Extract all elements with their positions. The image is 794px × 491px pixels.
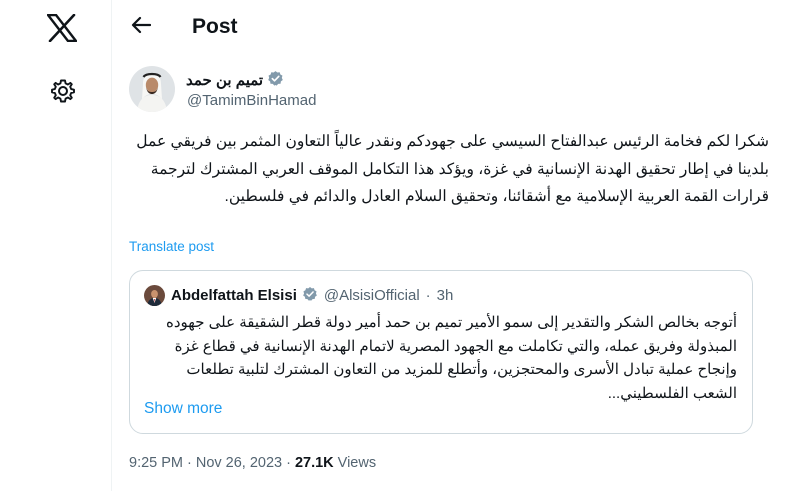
left-sidebar	[0, 0, 112, 491]
arrow-left-icon	[131, 16, 152, 39]
page-title: Post	[192, 15, 238, 38]
quoted-post-age: 3h	[436, 287, 454, 304]
meta-separator: ·	[425, 287, 431, 304]
gear-icon[interactable]	[48, 76, 78, 106]
post-author: تميم بن حمد @TamimBinHamad	[129, 66, 769, 116]
back-button[interactable]	[126, 12, 156, 42]
post-header: Post	[112, 0, 794, 54]
post-date[interactable]: Nov 26, 2023	[196, 455, 282, 471]
author-name-row: تميم بن حمد	[186, 70, 284, 92]
verified-badge-icon	[302, 286, 318, 306]
post-detail-column: Post تميم بن حمد @TamimBinHamad شكرا لكم…	[112, 0, 794, 491]
quoted-post[interactable]: Abdelfattah Elsisi @AlsisiOfficial · 3h …	[129, 270, 753, 434]
quoted-author-name[interactable]: Abdelfattah Elsisi	[171, 287, 297, 304]
x-logo-icon[interactable]	[45, 11, 79, 45]
post-time[interactable]: 9:25 PM	[129, 455, 183, 471]
author-handle[interactable]: @TamimBinHamad	[187, 92, 316, 110]
post-text: شكرا لكم فخامة الرئيس عبدالفتاح السيسي ع…	[136, 133, 769, 205]
views-label: Views	[337, 455, 377, 471]
views-count: 27.1K	[294, 455, 334, 471]
meta-separator: ·	[187, 455, 192, 471]
quoted-post-text: أتوجه بخالص الشكر والتقدير إلى سمو الأمي…	[166, 314, 737, 402]
author-name[interactable]: تميم بن حمد	[186, 72, 263, 90]
quoted-avatar	[144, 285, 165, 306]
translate-post-link[interactable]: Translate post	[129, 239, 214, 254]
verified-badge-icon	[267, 70, 284, 92]
avatar[interactable]	[129, 66, 175, 112]
quoted-post-header: Abdelfattah Elsisi @AlsisiOfficial · 3h	[144, 285, 453, 306]
quoted-author-handle: @AlsisiOfficial	[323, 287, 420, 304]
post-meta: 9:25 PM · Nov 26, 2023 · 27.1K Views	[129, 455, 376, 471]
show-more-link[interactable]: Show more	[144, 400, 222, 418]
meta-separator: ·	[286, 455, 291, 471]
